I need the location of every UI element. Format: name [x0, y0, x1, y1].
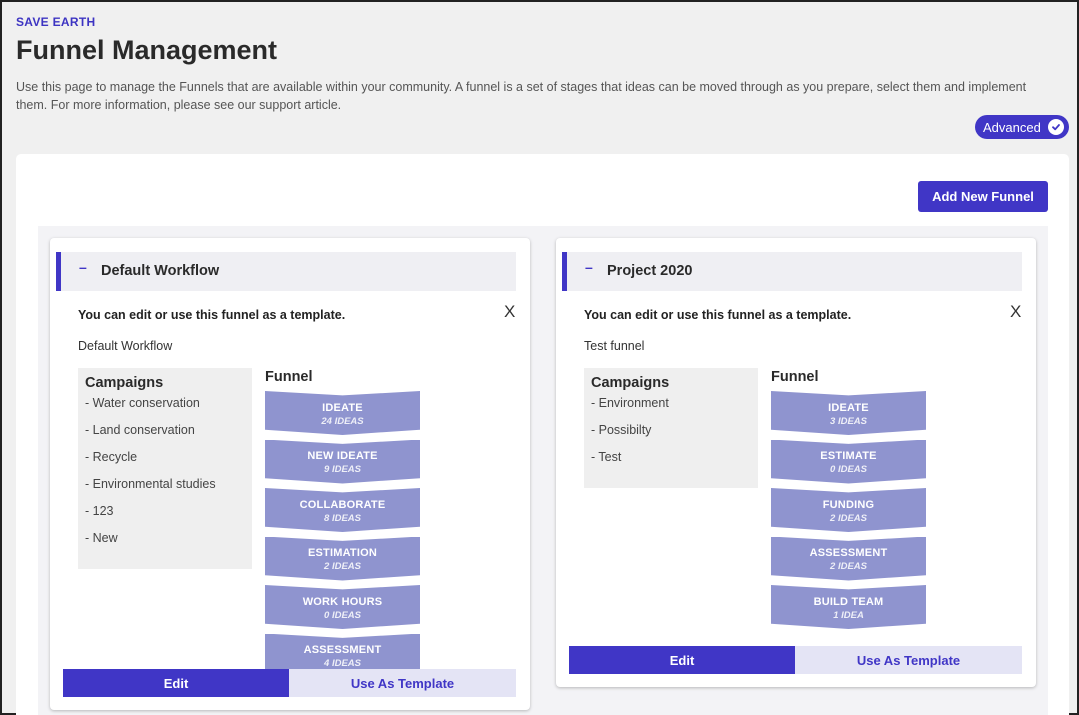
- stage-idea-count: 2 IDEAS: [830, 561, 867, 572]
- campaigns-title: Campaigns: [591, 375, 670, 391]
- funnel-title: Funnel: [771, 369, 819, 385]
- funnel-stage: IDEATE 3 IDEAS: [771, 391, 926, 435]
- funnel-card-header[interactable]: – Default Workflow: [56, 252, 516, 291]
- funnel-stage: ESTIMATE 0 IDEAS: [771, 439, 926, 484]
- campaigns-box: Campaigns - Water conservation - Land co…: [78, 368, 252, 569]
- stage-name: IDEATE: [322, 401, 363, 414]
- advanced-toggle[interactable]: Advanced: [975, 115, 1069, 139]
- funnel-card-title: Default Workflow: [101, 263, 220, 279]
- stage-name: BUILD TEAM: [813, 595, 884, 608]
- stage-idea-count: 0 IDEAS: [324, 609, 361, 621]
- stage-idea-count: 3 IDEAS: [830, 415, 867, 427]
- funnel-card-header[interactable]: – Project 2020: [562, 252, 1022, 291]
- close-icon[interactable]: X: [504, 302, 515, 322]
- template-note: You can edit or use this funnel as a tem…: [78, 308, 346, 322]
- funnel-title: Funnel: [265, 369, 313, 385]
- campaign-item: - Recycle: [85, 450, 138, 464]
- funnel-description: Default Workflow: [78, 339, 173, 353]
- use-as-template-button[interactable]: Use As Template: [795, 646, 1022, 674]
- stage-name: ASSESSMENT: [809, 547, 888, 559]
- close-icon[interactable]: X: [1010, 302, 1021, 322]
- funnel-card-default-workflow: – Default Workflow You can edit or use t…: [50, 238, 530, 710]
- campaign-item: - Environmental studies: [85, 477, 216, 491]
- campaigns-box: Campaigns - Environment - Possibilty - T…: [584, 368, 758, 488]
- check-circle-icon: [1048, 119, 1064, 135]
- funnel-card-actions: Edit Use As Template: [63, 669, 516, 697]
- stage-name: ESTIMATE: [820, 450, 877, 462]
- stage-name: WORK HOURS: [302, 595, 383, 608]
- community-label: SAVE EARTH: [16, 15, 96, 29]
- stage-name: ESTIMATION: [307, 547, 377, 559]
- funnel-stage: BUILD TEAM 1 IDEA: [771, 585, 926, 629]
- campaign-item: - Land conservation: [85, 423, 195, 437]
- campaigns-title: Campaigns: [85, 375, 164, 391]
- stage-name: IDEATE: [828, 401, 869, 414]
- page-description: Use this page to manage the Funnels that…: [16, 80, 1027, 112]
- funnel-stage: IDEATE 24 IDEAS: [265, 391, 420, 435]
- collapse-icon[interactable]: –: [79, 259, 87, 275]
- stage-idea-count: 2 IDEAS: [324, 561, 361, 572]
- funnel-card-project-2020: – Project 2020 You can edit or use this …: [556, 238, 1036, 687]
- campaign-item: - Environment: [591, 396, 669, 410]
- campaign-item: - Water conservation: [85, 396, 200, 410]
- stage-idea-count: 1 IDEA: [833, 609, 864, 621]
- collapse-icon[interactable]: –: [585, 259, 593, 275]
- funnel-description: Test funnel: [584, 339, 645, 353]
- funnel-card-actions: Edit Use As Template: [569, 646, 1022, 674]
- funnel-stage: ASSESSMENT 2 IDEAS: [771, 536, 926, 581]
- stage-idea-count: 8 IDEAS: [324, 512, 361, 524]
- funnel-stages: IDEATE 24 IDEAS NEW IDEATE 9 IDEAS COLLA…: [265, 391, 420, 682]
- stage-idea-count: 4 IDEAS: [324, 658, 361, 669]
- campaign-item: - Possibilty: [591, 423, 652, 437]
- template-note: You can edit or use this funnel as a tem…: [584, 308, 852, 322]
- stage-idea-count: 2 IDEAS: [830, 512, 867, 524]
- campaign-item: - 123: [85, 504, 114, 518]
- main-panel: Add New Funnel – Default Workflow You ca…: [16, 154, 1069, 715]
- edit-button[interactable]: Edit: [569, 646, 795, 674]
- campaign-item: - New: [85, 531, 118, 545]
- stage-idea-count: 0 IDEAS: [830, 464, 867, 475]
- stage-name: ASSESSMENT: [303, 644, 382, 656]
- funnel-stage: FUNDING 2 IDEAS: [771, 488, 926, 532]
- advanced-label: Advanced: [983, 119, 1041, 135]
- funnel-stage: WORK HOURS 0 IDEAS: [265, 585, 420, 629]
- stage-name: NEW IDEATE: [307, 450, 378, 462]
- funnel-stage: NEW IDEATE 9 IDEAS: [265, 439, 420, 484]
- funnel-stages: IDEATE 3 IDEAS ESTIMATE 0 IDEAS FUNDING …: [771, 391, 926, 634]
- stage-idea-count: 24 IDEAS: [321, 415, 364, 427]
- stage-name: COLLABORATE: [299, 498, 386, 511]
- funnel-stage: ESTIMATION 2 IDEAS: [265, 536, 420, 581]
- edit-button[interactable]: Edit: [63, 669, 289, 697]
- funnel-stage: COLLABORATE 8 IDEAS: [265, 488, 420, 532]
- use-as-template-button[interactable]: Use As Template: [289, 669, 516, 697]
- add-new-funnel-button[interactable]: Add New Funnel: [918, 181, 1048, 212]
- stage-idea-count: 9 IDEAS: [324, 464, 361, 475]
- funnel-cards-area: – Default Workflow You can edit or use t…: [38, 226, 1048, 715]
- funnel-card-title: Project 2020: [607, 263, 693, 279]
- page-title: Funnel Management: [16, 35, 278, 65]
- campaign-item: - Test: [591, 450, 622, 464]
- stage-name: FUNDING: [822, 498, 875, 511]
